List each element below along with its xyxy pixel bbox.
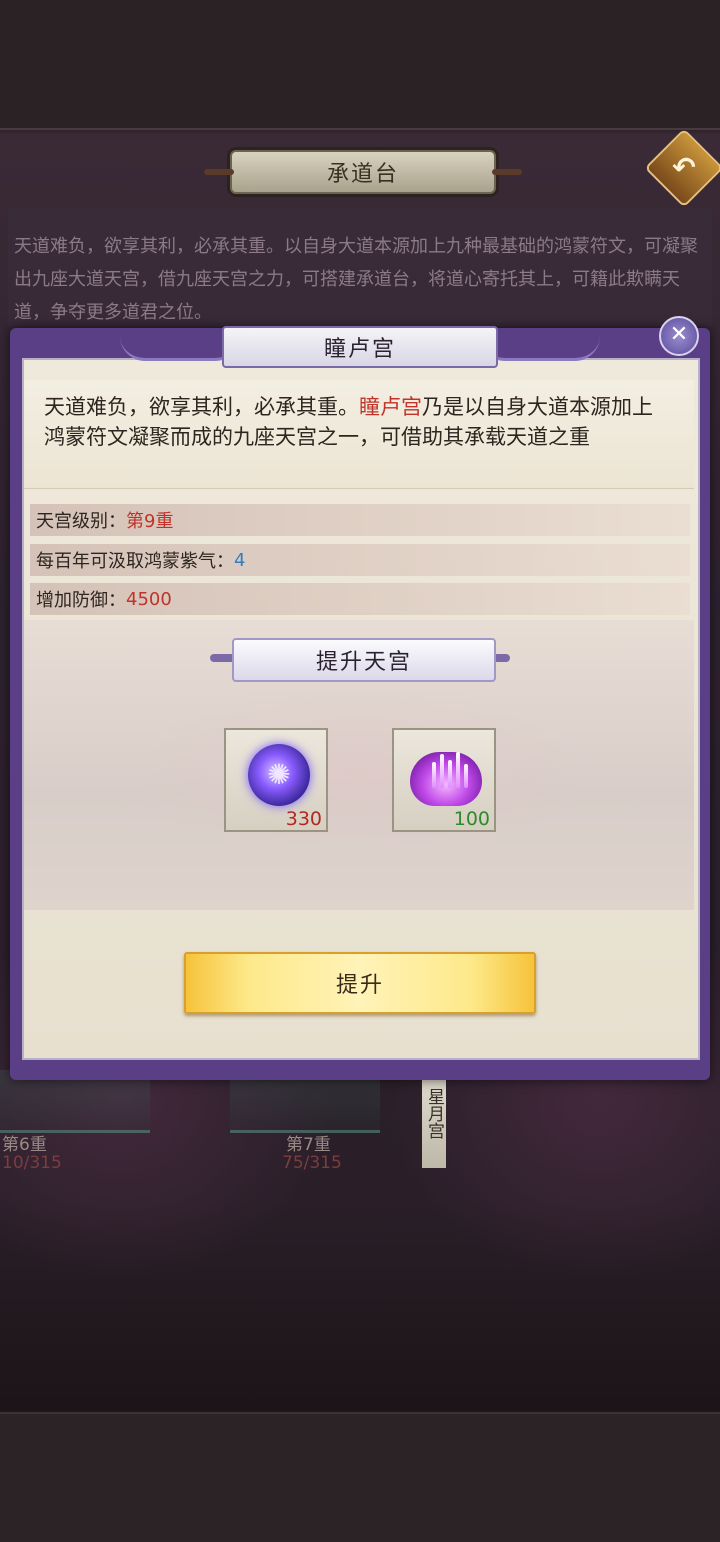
dialog-title: 瞳卢宫 — [222, 326, 498, 368]
palace-description: 天道难负，欲享其利，必承其重。瞳卢宫乃是以自身大道本源加上鸿蒙符文凝聚而成的九座… — [44, 392, 664, 452]
material-slot-rune[interactable]: ✺ 330 — [224, 728, 328, 832]
tower-6-progress: 10/315 — [2, 1153, 62, 1173]
crystal-spike — [432, 762, 436, 788]
crystal-spike — [440, 754, 444, 788]
stat-row-qi: 每百年可汲取鸿蒙紫气： 4 — [30, 544, 690, 576]
crystal-spike — [464, 764, 468, 788]
rune-glyph: ✺ — [267, 758, 291, 791]
back-arrow-icon: ↶ — [672, 151, 696, 184]
top-bar — [0, 0, 720, 130]
stat-value: 4 — [234, 549, 246, 571]
close-button[interactable]: ✕ — [659, 316, 699, 356]
stat-row-defense: 增加防御： 4500 — [30, 583, 690, 615]
stat-label: 增加防御： — [36, 590, 126, 611]
background-description: 天道难负，欲享其利，必承其重。以自身大道本源加上九种最基础的鸿蒙符文，可凝聚出九… — [8, 208, 712, 326]
close-icon: ✕ — [669, 322, 689, 347]
description-palace-name: 瞳卢宫 — [359, 395, 422, 419]
material-quantity: 100 — [453, 808, 490, 830]
stat-value: 第9重 — [126, 511, 174, 532]
bottom-bar — [0, 1412, 720, 1542]
crystal-spike — [448, 760, 452, 788]
stat-row-level: 天宫级别： 第9重 — [30, 504, 690, 536]
stat-label: 每百年可汲取鸿蒙紫气： — [36, 551, 234, 572]
title-ornament-right — [480, 336, 600, 361]
tower-7-progress: 75/315 — [282, 1153, 342, 1173]
stat-value: 4500 — [126, 588, 172, 610]
tower-7-tier: 第7重 — [286, 1135, 331, 1155]
stat-label: 天宫级别： — [36, 511, 126, 532]
upgrade-button[interactable]: 提升 — [184, 952, 536, 1014]
crystal-spike — [456, 752, 460, 788]
description-intro: 天道难负，欲享其利，必承其重。 — [44, 395, 359, 419]
material-quantity: 330 — [285, 808, 322, 830]
upgrade-section-header: 提升天宫 — [232, 638, 496, 682]
material-slot-crystal[interactable]: 100 — [392, 728, 496, 832]
page-title: 承道台 — [204, 150, 522, 194]
purple-crystal-icon — [410, 752, 482, 806]
tower-6-tier: 第6重 — [2, 1135, 47, 1155]
